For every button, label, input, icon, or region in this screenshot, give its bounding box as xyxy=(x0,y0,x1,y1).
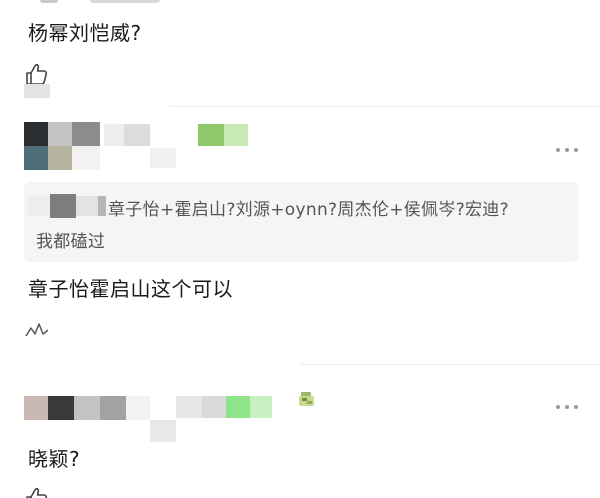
thumbs-up-icon[interactable] xyxy=(24,62,50,86)
quoted-text: 章子怡+霍启山?刘源+oynn?周杰伦+侯佩岑?宏迪? xyxy=(108,200,509,220)
more-options-icon[interactable] xyxy=(556,145,578,155)
comment-text: 杨幂刘恺威? xyxy=(28,21,142,45)
thumbs-up-icon[interactable] xyxy=(24,486,50,498)
more-options-icon[interactable] xyxy=(556,402,578,412)
comment-text: 章子怡霍启山这个可以 xyxy=(28,277,233,301)
sticker-icon xyxy=(297,389,317,409)
thumbs-up-icon[interactable] xyxy=(24,316,50,340)
divider xyxy=(170,106,600,107)
comment-text: 晓颖? xyxy=(28,447,81,471)
quoted-comment[interactable] xyxy=(24,182,578,262)
comment-thread: 杨幂刘恺威? 章子怡+霍启山?刘源+oynn?周杰伦+侯佩岑?宏迪? 我都磕过 … xyxy=(0,0,600,498)
quoted-text: 我都磕过 xyxy=(36,232,106,252)
divider xyxy=(300,364,600,365)
truncated-user-row xyxy=(40,0,190,4)
